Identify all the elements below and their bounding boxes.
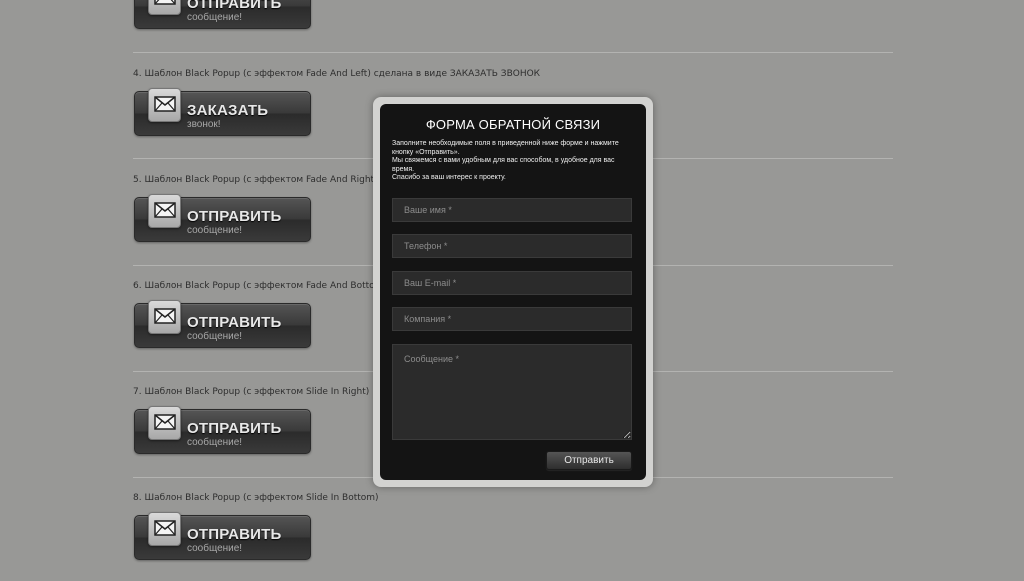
button-sub-label: сообщение!	[187, 12, 243, 23]
button-sub-label: сообщение!	[187, 225, 243, 236]
company-field[interactable]	[392, 307, 632, 331]
section-title: 6. Шаблон Black Popup (с эффектом Fade A…	[133, 281, 387, 291]
section-title: 5. Шаблон Black Popup (с эффектом Fade A…	[133, 175, 378, 185]
email-field[interactable]	[392, 271, 632, 295]
page: ОТПРАВИТЬ сообщение! 4. Шаблон Black Pop…	[0, 0, 1024, 581]
envelope-icon	[148, 406, 181, 440]
section-divider	[133, 52, 893, 53]
send-message-button[interactable]: ОТПРАВИТЬ сообщение!	[134, 406, 311, 454]
button-sub-label: сообщение!	[187, 543, 243, 554]
submit-button[interactable]: Отправить	[546, 451, 632, 470]
envelope-icon	[148, 512, 181, 546]
envelope-icon	[148, 0, 181, 15]
section-title: 7. Шаблон Black Popup (с эффектом Slide …	[133, 387, 370, 397]
description-line: Заполните необходимые поля в приведенной…	[392, 140, 619, 156]
phone-field[interactable]	[392, 234, 632, 258]
popup-description: Заполните необходимые поля в приведенной…	[392, 140, 638, 183]
button-main-label: ОТПРАВИТЬ	[187, 420, 282, 437]
send-message-button[interactable]: ОТПРАВИТЬ сообщение!	[134, 194, 311, 242]
button-sub-label: сообщение!	[187, 331, 243, 342]
button-main-label: ОТПРАВИТЬ	[187, 314, 282, 331]
button-main-label: ОТПРАВИТЬ	[187, 526, 282, 543]
button-main-label: ОТПРАВИТЬ	[187, 0, 282, 12]
popup-title: ФОРМА ОБРАТНОЙ СВЯЗИ	[425, 117, 601, 132]
send-message-button[interactable]: ОТПРАВИТЬ сообщение!	[134, 512, 311, 560]
button-main-label: ЗАКАЗАТЬ	[187, 102, 269, 119]
order-call-button[interactable]: ЗАКАЗАТЬ звонок!	[134, 88, 311, 136]
description-line: Мы свяжемся с вами удобным для вас спосо…	[392, 157, 615, 173]
button-main-label: ОТПРАВИТЬ	[187, 208, 282, 225]
message-field[interactable]	[392, 344, 632, 440]
button-sub-label: сообщение!	[187, 437, 243, 448]
envelope-icon	[148, 194, 181, 228]
section-title: 8. Шаблон Black Popup (с эффектом Slide …	[133, 493, 379, 503]
feedback-form: ФОРМА ОБРАТНОЙ СВЯЗИ Заполните необходим…	[380, 104, 646, 480]
name-field[interactable]	[392, 198, 632, 222]
envelope-icon	[148, 300, 181, 334]
section-title: 4. Шаблон Black Popup (с эффектом Fade A…	[133, 69, 541, 79]
button-sub-label: звонок!	[187, 119, 221, 130]
send-message-button[interactable]: ОТПРАВИТЬ сообщение!	[134, 0, 311, 29]
feedback-popup: ФОРМА ОБРАТНОЙ СВЯЗИ Заполните необходим…	[373, 97, 653, 487]
envelope-icon	[148, 88, 181, 122]
send-message-button[interactable]: ОТПРАВИТЬ сообщение!	[134, 300, 311, 348]
description-line: Спасибо за ваш интерес к проекту.	[392, 174, 506, 182]
